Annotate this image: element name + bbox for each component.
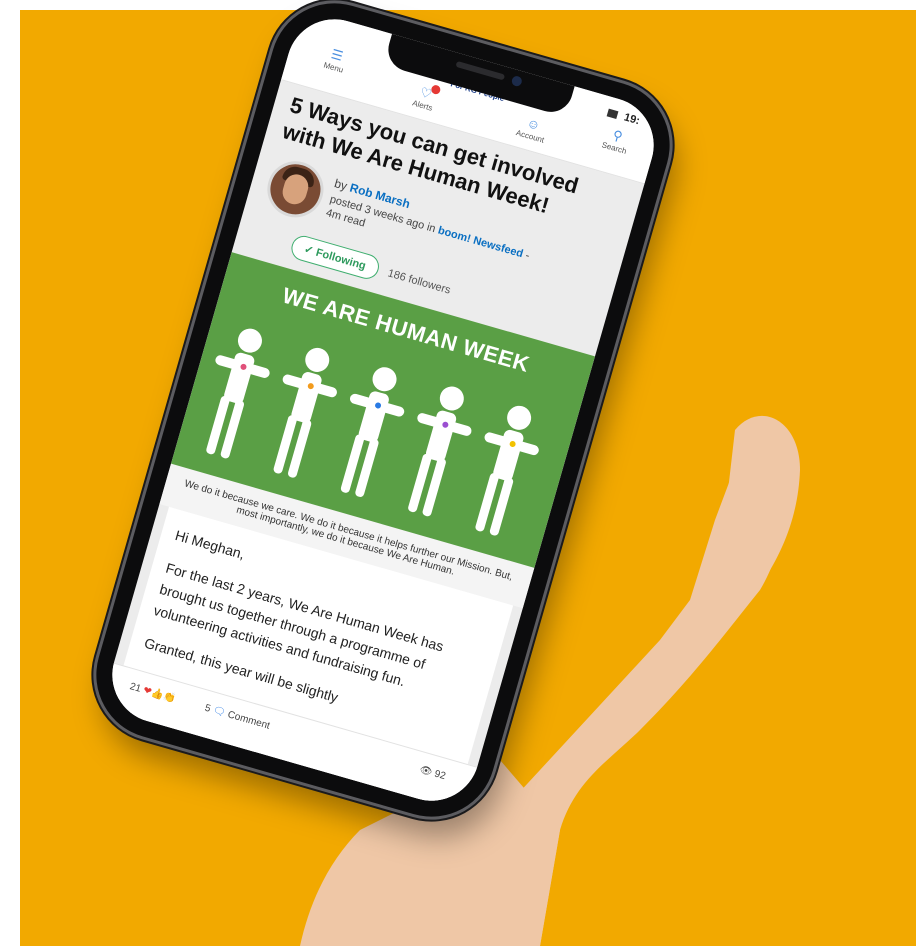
posted-separator: - — [524, 249, 531, 263]
alert-badge — [430, 84, 442, 96]
followers-count: 186 followers — [386, 267, 452, 297]
comments-count: 5 — [203, 702, 212, 715]
comment-bubble-icon: 🗨 — [211, 704, 227, 720]
following-label: Following — [314, 246, 368, 273]
nav-account-button[interactable]: ☺ Account — [505, 110, 560, 148]
comment-label: Comment — [226, 709, 272, 732]
battery-icon — [606, 108, 619, 120]
nav-menu-button[interactable]: ☰ Menu — [308, 41, 363, 79]
reactions-button[interactable]: 21 ❤👍👏 — [128, 681, 176, 705]
camera — [510, 74, 524, 88]
scene: 19: ☰ Menu ♡ Alerts boom! For RG People … — [0, 0, 916, 946]
avatar[interactable] — [260, 154, 331, 224]
comment-button[interactable]: 5 🗨 Comment — [203, 703, 271, 732]
by-label: by — [332, 176, 349, 194]
view-count: 👁 92 — [418, 764, 447, 782]
speaker — [455, 60, 506, 81]
views-number: 92 — [433, 768, 447, 783]
eye-icon: 👁 — [418, 764, 434, 779]
feed-link[interactable]: boom! Newsfeed — [437, 224, 525, 260]
clap-icon: 👏 — [161, 690, 177, 705]
reactions-count: 21 — [128, 681, 143, 695]
nav-search-button[interactable]: ⚲ Search — [589, 121, 644, 159]
